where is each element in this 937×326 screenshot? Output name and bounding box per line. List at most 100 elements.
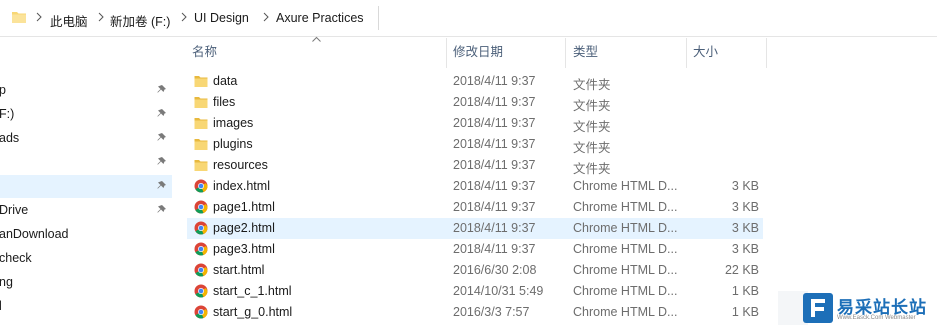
chevron-right-icon	[181, 12, 187, 22]
navigation-pane[interactable]: p F:) ads Drive anDownload check ng l	[0, 37, 172, 325]
sort-ascending-icon	[312, 36, 321, 42]
folder-icon	[12, 12, 26, 23]
chevron-right-icon	[263, 12, 269, 22]
file-size: 1 KB	[731, 305, 759, 319]
chrome-icon	[194, 200, 208, 214]
file-date: 2018/4/11 9:37	[453, 200, 536, 214]
folder-icon	[194, 97, 208, 108]
column-divider[interactable]	[686, 38, 687, 68]
chrome-icon	[194, 179, 208, 193]
nav-item[interactable]	[0, 151, 172, 174]
pin-icon[interactable]	[156, 180, 168, 192]
nav-item[interactable]: l	[0, 295, 172, 318]
nav-item-label: l	[0, 299, 2, 313]
file-row[interactable]: start.html 2016/6/30 2:08 Chrome HTML D...…	[187, 260, 763, 281]
chrome-icon	[194, 284, 208, 298]
column-divider[interactable]	[565, 38, 566, 68]
file-row[interactable]: data 2018/4/11 9:37 文件夹	[187, 71, 763, 92]
file-row[interactable]: files 2018/4/11 9:37 文件夹	[187, 92, 763, 113]
column-header-size[interactable]: 大小	[693, 41, 718, 65]
chevron-right-icon	[36, 12, 42, 22]
folder-icon	[194, 76, 208, 87]
file-size: 22 KB	[724, 263, 759, 277]
file-type: Chrome HTML D...	[573, 242, 678, 256]
nav-item[interactable]: check	[0, 247, 172, 270]
file-row[interactable]: start_c_1.html 2014/10/31 5:49 Chrome HTML…	[187, 281, 763, 302]
file-name: page2.html	[213, 221, 275, 235]
nav-item[interactable]: F:)	[0, 103, 172, 126]
watermark: 易采站长站 Www.Easck.Com Webmaster	[803, 291, 937, 325]
file-type: Chrome HTML D...	[573, 263, 678, 277]
column-divider[interactable]	[766, 38, 767, 68]
nav-item-label: F:)	[0, 107, 15, 121]
watermark-logo-icon	[803, 293, 833, 323]
file-date: 2016/6/30 2:08	[453, 263, 537, 277]
nav-item[interactable]: ads	[0, 127, 172, 150]
pin-icon[interactable]	[156, 108, 168, 120]
file-type: Chrome HTML D...	[573, 200, 678, 214]
pin-icon[interactable]	[156, 84, 168, 96]
file-row[interactable]: index.html 2018/4/11 9:37 Chrome HTML D...…	[187, 176, 763, 197]
file-date: 2018/4/11 9:37	[453, 242, 536, 256]
nav-item[interactable]: anDownload	[0, 223, 172, 246]
breadcrumb-drive[interactable]: 新加卷 (F:)	[110, 11, 170, 30]
file-row[interactable]: page3.html 2018/4/11 9:37 Chrome HTML D...…	[187, 239, 763, 260]
file-date: 2018/4/11 9:37	[453, 74, 536, 88]
file-date: 2018/4/11 9:37	[453, 116, 536, 130]
file-row[interactable]: page1.html 2018/4/11 9:37 Chrome HTML D...…	[187, 197, 763, 218]
file-name: resources	[213, 158, 268, 172]
file-row[interactable]: start_g_0.html 2016/3/3 7:57 Chrome HTML D…	[187, 302, 763, 323]
file-row[interactable]: images 2018/4/11 9:37 文件夹	[187, 113, 763, 134]
file-size: 3 KB	[731, 242, 759, 256]
column-header-type[interactable]: 类型	[573, 41, 598, 65]
nav-item-label: Drive	[0, 203, 29, 217]
file-name: page3.html	[213, 242, 275, 256]
chevron-right-icon	[98, 12, 104, 22]
file-type: Chrome HTML D...	[573, 179, 678, 193]
pin-icon[interactable]	[156, 132, 168, 144]
file-type: 文件夹	[573, 141, 611, 155]
address-bar[interactable]: 此电脑 新加卷 (F:) UI Design Axure Practices	[0, 0, 937, 37]
file-type: 文件夹	[573, 120, 611, 134]
nav-item-label: ads	[0, 131, 20, 145]
folder-icon	[194, 118, 208, 129]
file-type: Chrome HTML D...	[573, 305, 678, 319]
file-name: start.html	[213, 263, 265, 277]
file-row[interactable]: resources 2018/4/11 9:37 文件夹	[187, 155, 763, 176]
breadcrumb-this-pc[interactable]: 此电脑	[50, 11, 88, 30]
file-size: 3 KB	[731, 200, 759, 214]
nav-item-label: ng	[0, 275, 13, 289]
column-header-date[interactable]: 修改日期	[453, 41, 503, 65]
file-type: Chrome HTML D...	[573, 221, 678, 235]
address-bar-divider	[378, 6, 379, 30]
file-date: 2016/3/3 7:57	[453, 305, 530, 319]
file-date: 2018/4/11 9:37	[453, 179, 536, 193]
folder-icon	[194, 160, 208, 171]
file-name: start_g_0.html	[213, 305, 293, 319]
file-type: Chrome HTML D...	[573, 284, 678, 298]
nav-item-label: check	[0, 251, 32, 265]
nav-item-label: p	[0, 83, 6, 97]
chrome-icon	[194, 242, 208, 256]
breadcrumb-axure-practices[interactable]: Axure Practices	[276, 11, 364, 25]
column-header-name[interactable]: 名称	[192, 41, 217, 65]
file-type: 文件夹	[573, 78, 611, 92]
file-size: 1 KB	[731, 284, 759, 298]
breadcrumb-ui-design[interactable]: UI Design	[194, 11, 249, 25]
file-date: 2018/4/11 9:37	[453, 95, 536, 109]
nav-item-selected[interactable]	[0, 175, 172, 198]
nav-item-label: anDownload	[0, 227, 69, 241]
nav-item[interactable]: p	[0, 79, 172, 102]
file-date: 2018/4/11 9:37	[453, 137, 536, 151]
file-row-selected[interactable]: page2.html 2018/4/11 9:37 Chrome HTML D...…	[187, 218, 763, 239]
file-row[interactable]: plugins 2018/4/11 9:37 文件夹	[187, 134, 763, 155]
file-name: index.html	[213, 179, 270, 193]
file-name: plugins	[213, 137, 253, 151]
pin-icon[interactable]	[156, 204, 168, 216]
file-type: 文件夹	[573, 162, 611, 176]
nav-item[interactable]: Drive	[0, 199, 172, 222]
file-date: 2018/4/11 9:37	[453, 158, 536, 172]
nav-item[interactable]: ng	[0, 271, 172, 294]
column-divider[interactable]	[446, 38, 447, 68]
pin-icon[interactable]	[156, 156, 168, 168]
